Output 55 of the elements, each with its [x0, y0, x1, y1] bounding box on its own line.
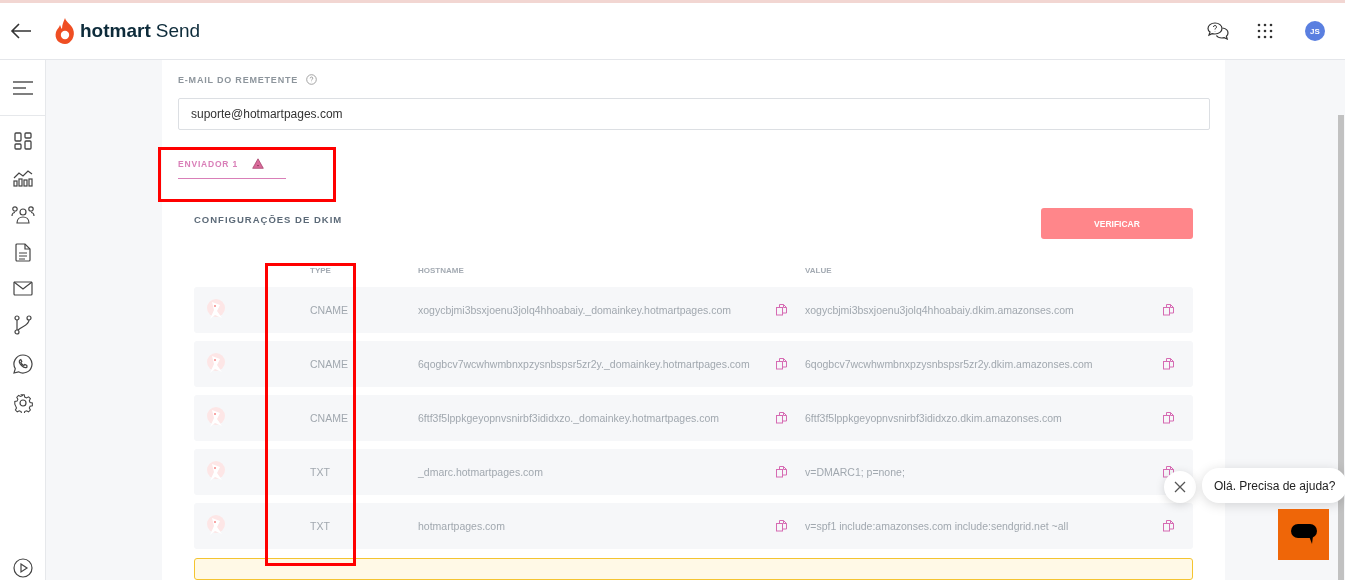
close-icon	[1174, 481, 1186, 493]
user-avatar[interactable]: JS	[1305, 21, 1325, 41]
whatsapp-icon[interactable]	[12, 354, 33, 374]
copy-icon[interactable]	[1163, 520, 1174, 532]
verify-button[interactable]: VERIFICAR	[1041, 208, 1193, 239]
branch-icon[interactable]	[13, 315, 32, 335]
record-value: 6qogbcv7wcwhwmbnxpzysnbspsr5zr2y.dkim.amazonses.com	[805, 358, 1094, 370]
chat-greeting[interactable]: Olá. Precisa de ajuda?	[1202, 468, 1345, 503]
sender-tab[interactable]: ENVIADOR 1	[178, 158, 286, 179]
copy-icon[interactable]	[776, 466, 787, 478]
brand-name: hotmart	[80, 20, 151, 42]
record-type: CNAME	[310, 412, 349, 424]
record-hostname: 6ftf3f5lppkgeyopnvsnirbf3ididxzo._domainkey.hotmartpages.com	[418, 412, 720, 424]
copy-icon[interactable]	[1163, 358, 1174, 370]
record-type: TXT	[310, 466, 331, 478]
field-label: E-MAIL DO REMETENTE	[178, 74, 299, 85]
record-type: TXT	[310, 520, 331, 532]
product-name: Send	[155, 20, 201, 42]
menu-icon[interactable]	[12, 80, 33, 95]
help-chat-icon[interactable]	[1207, 22, 1229, 40]
people-icon[interactable]	[10, 206, 35, 224]
copy-icon[interactable]	[1163, 412, 1174, 424]
bar-chart-icon[interactable]	[12, 169, 33, 187]
copy-icon[interactable]	[776, 412, 787, 424]
column-header: HOSTNAME	[418, 265, 465, 275]
record-type: CNAME	[310, 358, 349, 370]
record-value: 6ftf3f5lppkgeyopnvsnirbf3ididxzo.dkim.amazonses.com	[805, 412, 1063, 424]
copy-icon[interactable]	[1163, 466, 1174, 478]
scrollbar[interactable]	[1338, 115, 1344, 580]
dashboard-icon[interactable]	[13, 132, 32, 150]
record-hostname: 6qogbcv7wcwhwmbnxpzysnbspsr5zr2y._domainkey.hotmartpages.com	[418, 358, 751, 370]
column-header: VALUE	[805, 265, 833, 275]
column-header: TYPE	[310, 265, 332, 275]
document-icon[interactable]	[14, 243, 31, 262]
flame-logo-icon	[54, 17, 76, 45]
record-value: xogycbjmi3bsxjoenu3jolq4hhoabaiy.dkim.amazonses.com	[805, 304, 1075, 316]
copy-icon[interactable]	[776, 520, 787, 532]
email-input[interactable]: suporte@hotmartpages.com	[178, 98, 1210, 130]
section-title: CONFIGURAÇÕES DE DKIM	[194, 214, 343, 225]
play-icon[interactable]	[12, 558, 33, 578]
copy-icon[interactable]	[776, 358, 787, 370]
back-arrow-icon[interactable]	[10, 23, 32, 39]
mail-icon[interactable]	[12, 281, 33, 296]
copy-icon[interactable]	[1163, 304, 1174, 316]
copy-icon[interactable]	[776, 304, 787, 316]
record-hostname: _dmarc.hotmartpages.com	[418, 466, 544, 478]
chat-button[interactable]	[1278, 509, 1329, 560]
record-value: v=DMARC1; p=none;	[805, 466, 906, 478]
speech-bubble-icon	[1290, 523, 1317, 546]
record-value: v=spf1 include:amazonses.com include:sendgrid.net ~all	[805, 520, 1070, 532]
apps-grid-icon[interactable]	[1257, 23, 1273, 39]
record-hostname: xogycbjmi3bsxjoenu3jolq4hhoabaiy._domainkey.hotmartpages.com	[418, 304, 733, 316]
record-hostname: hotmartpages.com	[418, 520, 506, 532]
record-type: CNAME	[310, 304, 349, 316]
settings-icon[interactable]	[12, 393, 33, 413]
